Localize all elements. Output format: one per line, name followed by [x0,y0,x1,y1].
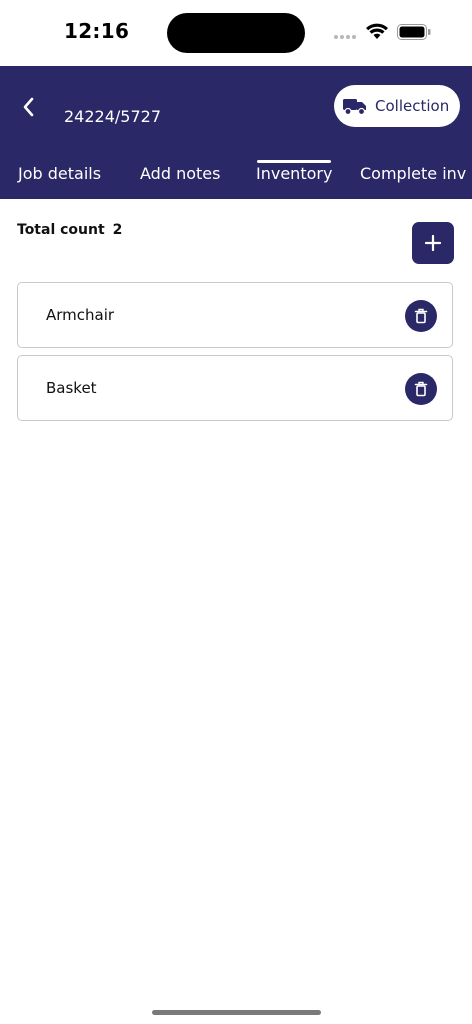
truck-icon [343,99,366,116]
trash-icon [414,381,428,397]
tab-bar: Job details Add notes Inventory Complete… [0,160,472,200]
add-item-button[interactable] [412,222,454,264]
dynamic-island [167,13,305,53]
inventory-item-label: Basket [46,379,97,397]
tab-add-notes[interactable]: Add notes [140,164,220,183]
plus-icon [424,234,442,252]
active-tab-indicator [257,160,331,163]
status-time: 12:16 [64,19,130,43]
trash-icon [414,308,428,324]
total-count-row: Total count 2 [17,222,122,238]
back-button[interactable] [14,92,44,122]
tab-complete-inventory[interactable]: Complete inv [360,164,466,183]
delete-item-button[interactable] [405,373,437,405]
app-header: 24224/5727 Collection Job details Add no… [0,66,472,199]
collection-badge[interactable]: Collection [334,85,460,127]
delete-item-button[interactable] [405,300,437,332]
total-count-label: Total count [17,222,105,238]
battery-icon [397,24,431,40]
home-indicator[interactable] [152,1010,321,1015]
tab-inventory[interactable]: Inventory [256,164,332,183]
tab-job-details[interactable]: Job details [18,164,101,183]
job-number: 24224/5727 [64,107,162,126]
cellular-signal-icon [334,35,356,39]
collection-label: Collection [375,97,450,115]
inventory-item-card[interactable]: Basket [17,355,453,421]
inventory-item-card[interactable]: Armchair [17,282,453,348]
status-bar: 12:16 [0,0,472,66]
back-icon [23,97,34,117]
wifi-icon [366,23,388,39]
total-count-value: 2 [112,222,123,238]
inventory-item-label: Armchair [46,306,115,324]
